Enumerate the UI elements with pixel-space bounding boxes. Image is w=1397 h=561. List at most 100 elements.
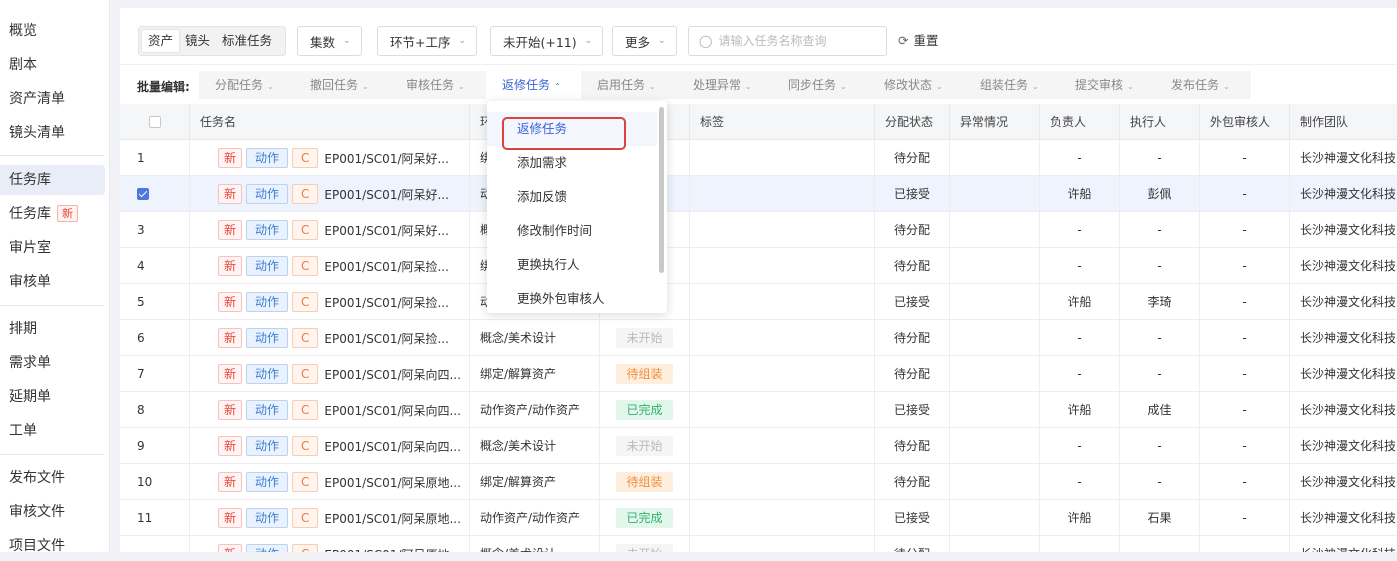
nav-overview[interactable]: 概览 (0, 16, 105, 46)
row-index-cell[interactable]: 5 (120, 284, 190, 320)
nav-publish-files[interactable]: 发布文件 (0, 463, 105, 493)
task-name[interactable]: EP001/SC01/阿呆好... (324, 152, 449, 166)
publish-task-button[interactable]: 发布任务 ⌄ (1155, 71, 1251, 99)
menu-item-change-outsource-reviewer[interactable]: 更换外包审核人 (487, 282, 657, 313)
checkbox[interactable] (148, 115, 161, 128)
row-index-cell[interactable]: 1 (120, 140, 190, 176)
task-name-cell[interactable]: 新动作 C EP001/SC01/阿呆捡... (190, 320, 470, 356)
assign-task-button[interactable]: 分配任务 ⌄ (199, 71, 294, 99)
header-tags[interactable]: 标签 (690, 104, 875, 140)
task-name-cell[interactable]: 新动作 C EP001/SC01/阿呆向四... (190, 356, 470, 392)
nav-work-order[interactable]: 工单 (0, 416, 105, 446)
task-name-cell[interactable]: 新动作 C EP001/SC01/阿呆向四... (190, 428, 470, 464)
table-row[interactable]: 10 新动作 C EP001/SC01/阿呆原地... 绑定/解算资产 待组装 待分配 - - -… (120, 464, 1397, 500)
withdraw-task-button[interactable]: 撤回任务 ⌄ (294, 71, 390, 99)
row-index-cell[interactable]: 8 (120, 392, 190, 428)
row-index-cell[interactable]: 6 (120, 320, 190, 356)
table-row[interactable]: 9 新动作 C EP001/SC01/阿呆向四... 概念/美术设计 未开始 待分配 - - - 长… (120, 428, 1397, 464)
header-task-name[interactable]: 任务名 (190, 104, 470, 140)
executor-cell[interactable]: 彭佩 (1120, 176, 1200, 212)
task-name-cell[interactable]: 新动作C EP001/SC01/阿呆原地... (190, 464, 470, 500)
header-reviewer[interactable]: 外包审核人 (1200, 104, 1290, 140)
header-select-all[interactable] (120, 104, 190, 140)
task-name[interactable]: EP001/SC01/阿呆原地... (324, 548, 461, 553)
table-row[interactable]: 新动作 C EP001/SC01/阿呆好... 动已接受 许船 彭佩 - 长沙神漫文化科技 (120, 176, 1397, 212)
row-index-cell[interactable] (120, 536, 190, 552)
table-row[interactable]: 6 新动作 C EP001/SC01/阿呆捡... 概念/美术设计 未开始 待分配 - - - 长沙… (120, 320, 1397, 356)
nav-review-sheet[interactable]: 审核单 (0, 267, 105, 297)
task-name[interactable]: EP001/SC01/阿呆向四... (324, 440, 461, 454)
table-row[interactable]: 7 新动作 C EP001/SC01/阿呆向四... 绑定/解算资产 待组装 待分配 - - - 长… (120, 356, 1397, 392)
table-row[interactable]: 新动作C EP001/SC01/阿呆原地... 概念/美术设计 未开始 待分配 长沙神漫文… (120, 536, 1397, 552)
row-index-cell[interactable]: 9 (120, 428, 190, 464)
episode-filter[interactable]: 集数 ⌄ (297, 26, 362, 56)
task-name-cell[interactable]: 新动作 C EP001/SC01/阿呆向四... (190, 392, 470, 428)
task-name[interactable]: EP001/SC01/阿呆原地... (324, 476, 461, 490)
nav-asset-list[interactable]: 资产清单 (0, 84, 105, 114)
menu-scrollbar[interactable] (659, 107, 664, 273)
review-task-button[interactable]: 审核任务 ⌄ (390, 71, 486, 99)
nav-requirement-sheet[interactable]: 需求单 (0, 348, 105, 378)
table-row[interactable]: 1 新动作 C EP001/SC01/阿呆好... 绑待分配 - - - 长沙神漫文化科技 (120, 140, 1397, 176)
enable-task-button[interactable]: 启用任务 ⌄ (581, 71, 677, 99)
table-row[interactable]: 4 新动作 C EP001/SC01/阿呆捡... 绑待分配 - - - 长沙神漫文化科技 (120, 248, 1397, 284)
rework-task-button[interactable]: 返修任务 ⌃ (486, 71, 581, 99)
header-assign-status[interactable]: 分配状态 (875, 104, 950, 140)
sync-task-button[interactable]: 同步任务 ⌄ (772, 71, 868, 99)
row-index-cell[interactable]: 11 (120, 500, 190, 536)
segment-asset[interactable]: 资产 (142, 30, 180, 52)
task-name[interactable]: EP001/SC01/阿呆捡... (324, 332, 449, 346)
task-name-cell[interactable]: 新动作 C EP001/SC01/阿呆好... (190, 212, 470, 248)
menu-item-rework-task[interactable]: 返修任务 (487, 112, 657, 146)
executor-cell[interactable]: 成佳 (1120, 392, 1200, 428)
task-name-cell[interactable]: 新动作C EP001/SC01/阿呆原地... (190, 500, 470, 536)
header-executor[interactable]: 执行人 (1120, 104, 1200, 140)
menu-item-change-executor[interactable]: 更换执行人 (487, 248, 657, 282)
segment-shot[interactable]: 镜头 (179, 30, 216, 52)
executor-cell[interactable]: 石果 (1120, 500, 1200, 536)
task-name[interactable]: EP001/SC01/阿呆好... (324, 188, 449, 202)
menu-item-add-feedback[interactable]: 添加反馈 (487, 180, 657, 214)
task-name[interactable]: EP001/SC01/阿呆向四... (324, 404, 461, 418)
task-name[interactable]: EP001/SC01/阿呆原地... (324, 512, 461, 526)
row-index-cell[interactable]: 7 (120, 356, 190, 392)
nav-project-files[interactable]: 项目文件 (0, 531, 105, 561)
row-checkbox[interactable] (137, 187, 149, 200)
executor-cell[interactable]: 李琦 (1120, 284, 1200, 320)
status-filter[interactable]: 未开始(+11) ⌄ (490, 26, 604, 56)
nav-task-library[interactable]: 任务库 (0, 165, 105, 195)
reset-button[interactable]: ⟳ 重置 (898, 26, 939, 56)
more-filter[interactable]: 更多 ⌄ (612, 26, 677, 56)
task-name[interactable]: EP001/SC01/阿呆捡... (324, 296, 449, 310)
handle-exception-button[interactable]: 处理异常 ⌄ (677, 71, 772, 99)
nav-review-files[interactable]: 审核文件 (0, 497, 105, 527)
search-input[interactable] (718, 34, 886, 48)
task-name-cell[interactable]: 新动作 C EP001/SC01/阿呆捡... (190, 284, 470, 320)
menu-item-add-requirement[interactable]: 添加需求 (487, 146, 657, 180)
task-name-cell[interactable]: 新动作 C EP001/SC01/阿呆好... (190, 140, 470, 176)
row-index-cell[interactable]: 4 (120, 248, 190, 284)
task-name-cell[interactable]: 新动作 C EP001/SC01/阿呆好... (190, 176, 470, 212)
table-row[interactable]: 5 新动作 C EP001/SC01/阿呆捡... 动已接受 许船 李琦 - 长沙神漫文化科技 (120, 284, 1397, 320)
table-row[interactable]: 8 新动作 C EP001/SC01/阿呆向四... 动作资产/动作资产 已完成 已接受 许船… (120, 392, 1397, 428)
task-name-cell[interactable]: 新动作C EP001/SC01/阿呆原地... (190, 536, 470, 552)
header-owner[interactable]: 负责人 (1040, 104, 1120, 140)
task-name[interactable]: EP001/SC01/阿呆捡... (324, 260, 449, 274)
nav-delay-sheet[interactable]: 延期单 (0, 382, 105, 412)
change-status-button[interactable]: 修改状态 ⌄ (868, 71, 964, 99)
nav-schedule[interactable]: 排期 (0, 314, 105, 344)
header-team[interactable]: 制作团队 (1290, 104, 1397, 140)
menu-item-modify-production-time[interactable]: 修改制作时间 (487, 214, 657, 248)
table-row[interactable]: 3 新动作 C EP001/SC01/阿呆好... 概待分配 - - - 长沙神漫文化科技 (120, 212, 1397, 248)
nav-review-room[interactable]: 审片室 (0, 233, 105, 263)
assemble-task-button[interactable]: 组装任务 ⌄ (964, 71, 1059, 99)
nav-script[interactable]: 剧本 (0, 50, 105, 80)
link-process-filter[interactable]: 环节+工序 ⌄ (377, 26, 478, 56)
nav-shot-list[interactable]: 镜头清单 (0, 118, 105, 148)
nav-task-library-new[interactable]: 任务库新 (0, 199, 105, 229)
submit-review-button[interactable]: 提交审核 ⌄ (1059, 71, 1155, 99)
header-abnormal[interactable]: 异常情况 (950, 104, 1040, 140)
task-name-cell[interactable]: 新动作 C EP001/SC01/阿呆捡... (190, 248, 470, 284)
table-row[interactable]: 11 新动作 C EP001/SC01/阿呆原地... 动作资产/动作资产 已完成 已接受 许… (120, 500, 1397, 536)
task-name[interactable]: EP001/SC01/阿呆好... (324, 224, 449, 238)
